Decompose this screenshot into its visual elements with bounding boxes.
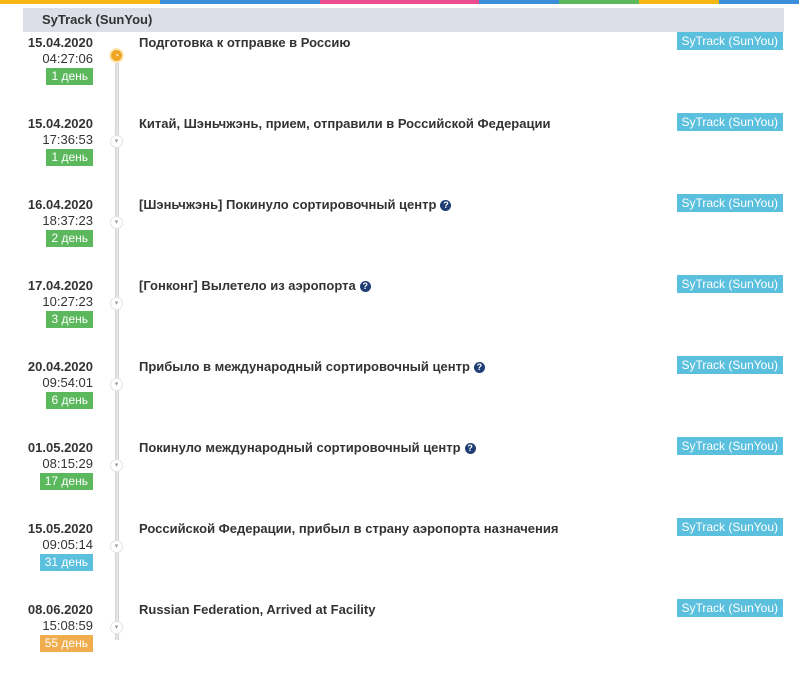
event-date: 16.04.2020 xyxy=(27,197,93,212)
help-icon[interactable]: ? xyxy=(473,362,485,373)
event-date: 15.04.2020 xyxy=(27,116,93,131)
tracking-event: 15.04.2020 04:27:06 1 день ◔ Подготовка к от… xyxy=(0,32,799,116)
event-time: 18:37:23 xyxy=(42,213,93,228)
panel-title: SyTrack (SunYou) xyxy=(42,12,153,27)
carrier-badge: SyTrack (SunYou) xyxy=(676,275,783,293)
carrier-badge: SyTrack (SunYou) xyxy=(676,599,783,617)
chevron-down-icon: ▾ xyxy=(110,621,123,634)
event-date: 15.04.2020 xyxy=(27,35,93,50)
event-date: 08.06.2020 xyxy=(27,602,93,617)
event-status-text: [Гонконг] Вылетело из аэропорта xyxy=(139,278,356,293)
event-time: 08:15:29 xyxy=(42,456,93,471)
tracking-event: 01.05.2020 08:15:29 17 день ▾ Покинуло между… xyxy=(0,437,799,521)
event-date: 17.04.2020 xyxy=(27,278,93,293)
event-status-text: Китай, Шэньчжэнь, прием, отправили в Рос… xyxy=(139,116,551,131)
clock-icon: ◔ xyxy=(109,48,124,63)
help-icon[interactable]: ? xyxy=(464,443,476,454)
event-status: [Шэньчжэнь] Покинуло сортировочный центр… xyxy=(139,197,452,213)
chevron-down-icon: ▾ xyxy=(110,459,123,472)
carrier-badge: SyTrack (SunYou) xyxy=(676,518,783,536)
top-color-segment xyxy=(639,0,720,4)
days-badge: 55 день xyxy=(39,635,93,652)
tracking-event: 16.04.2020 18:37:23 2 день ▾ [Шэньчжэнь] Пок… xyxy=(0,194,799,278)
event-time: 15:08:59 xyxy=(42,618,93,633)
tracking-event: 15.05.2020 09:05:14 31 день ▾ Российской Фед… xyxy=(0,518,799,602)
carrier-badge: SyTrack (SunYou) xyxy=(676,437,783,455)
top-color-segment xyxy=(159,0,240,4)
tracking-event: 15.04.2020 17:36:53 1 день ▾ Китай, Шэньчжэн… xyxy=(0,113,799,197)
event-status: Китай, Шэньчжэнь, прием, отправили в Рос… xyxy=(139,116,550,132)
event-date: 20.04.2020 xyxy=(27,359,93,374)
event-status-text: Прибыло в международный сортировочный це… xyxy=(139,359,470,374)
chevron-down-icon: ▾ xyxy=(110,297,123,310)
tracking-event: 20.04.2020 09:54:01 6 день ▾ Прибыло в между… xyxy=(0,356,799,440)
event-status: Подготовка к отправке в Россию xyxy=(139,35,350,51)
top-color-segment xyxy=(79,0,160,4)
event-time: 09:05:14 xyxy=(42,537,93,552)
event-status: Российской Федерации, прибыл в страну аэ… xyxy=(139,521,558,537)
event-status: Прибыло в международный сортировочный це… xyxy=(139,359,485,375)
top-color-segment xyxy=(239,0,320,4)
top-color-segment xyxy=(0,0,80,4)
event-status-text: Российской Федерации, прибыл в страну аэ… xyxy=(139,521,559,536)
event-status-text: Russian Federation, Arrived at Facility xyxy=(139,602,376,617)
event-status-text: Подготовка к отправке в Россию xyxy=(139,35,351,50)
top-color-segment xyxy=(319,0,400,4)
event-status: Покинуло международный сортировочный цен… xyxy=(139,440,476,456)
top-color-segment xyxy=(559,0,640,4)
top-color-segment xyxy=(719,0,799,4)
event-time: 17:36:53 xyxy=(42,132,93,147)
event-date: 01.05.2020 xyxy=(27,440,93,455)
top-color-bar xyxy=(0,0,799,4)
chevron-down-icon: ▾ xyxy=(110,378,123,391)
top-color-segment xyxy=(479,0,560,4)
chevron-down-icon: ▾ xyxy=(110,216,123,229)
top-color-segment xyxy=(399,0,480,4)
help-icon[interactable]: ? xyxy=(440,200,452,211)
carrier-badge: SyTrack (SunYou) xyxy=(676,356,783,374)
days-badge: 6 день xyxy=(46,392,93,409)
chevron-down-icon: ▾ xyxy=(110,135,123,148)
days-badge: 1 день xyxy=(46,149,93,166)
event-time: 09:54:01 xyxy=(42,375,93,390)
tracking-event: 17.04.2020 10:27:23 3 день ▾ [Гонконг] Вылет… xyxy=(0,275,799,359)
days-badge: 3 день xyxy=(46,311,93,328)
carrier-badge: SyTrack (SunYou) xyxy=(676,113,783,131)
event-time: 04:27:06 xyxy=(42,51,93,66)
days-badge: 2 день xyxy=(46,230,93,247)
help-icon[interactable]: ? xyxy=(359,281,371,292)
tracking-event: 08.06.2020 15:08:59 55 день ▾ Russian Federa… xyxy=(0,599,799,683)
event-status-text: [Шэньчжэнь] Покинуло сортировочный центр xyxy=(139,197,437,212)
event-status: [Гонконг] Вылетело из аэропорта? xyxy=(139,278,371,294)
panel-header: SyTrack (SunYou) xyxy=(23,8,784,32)
chevron-down-icon: ▾ xyxy=(110,540,123,553)
days-badge: 1 день xyxy=(46,68,93,85)
days-badge: 17 день xyxy=(39,473,93,490)
event-status: Russian Federation, Arrived at Facility xyxy=(139,602,375,618)
carrier-badge: SyTrack (SunYou) xyxy=(676,32,783,50)
event-status-text: Покинуло международный сортировочный цен… xyxy=(139,440,461,455)
event-time: 10:27:23 xyxy=(42,294,93,309)
event-date: 15.05.2020 xyxy=(27,521,93,536)
days-badge: 31 день xyxy=(39,554,93,571)
carrier-badge: SyTrack (SunYou) xyxy=(676,194,783,212)
